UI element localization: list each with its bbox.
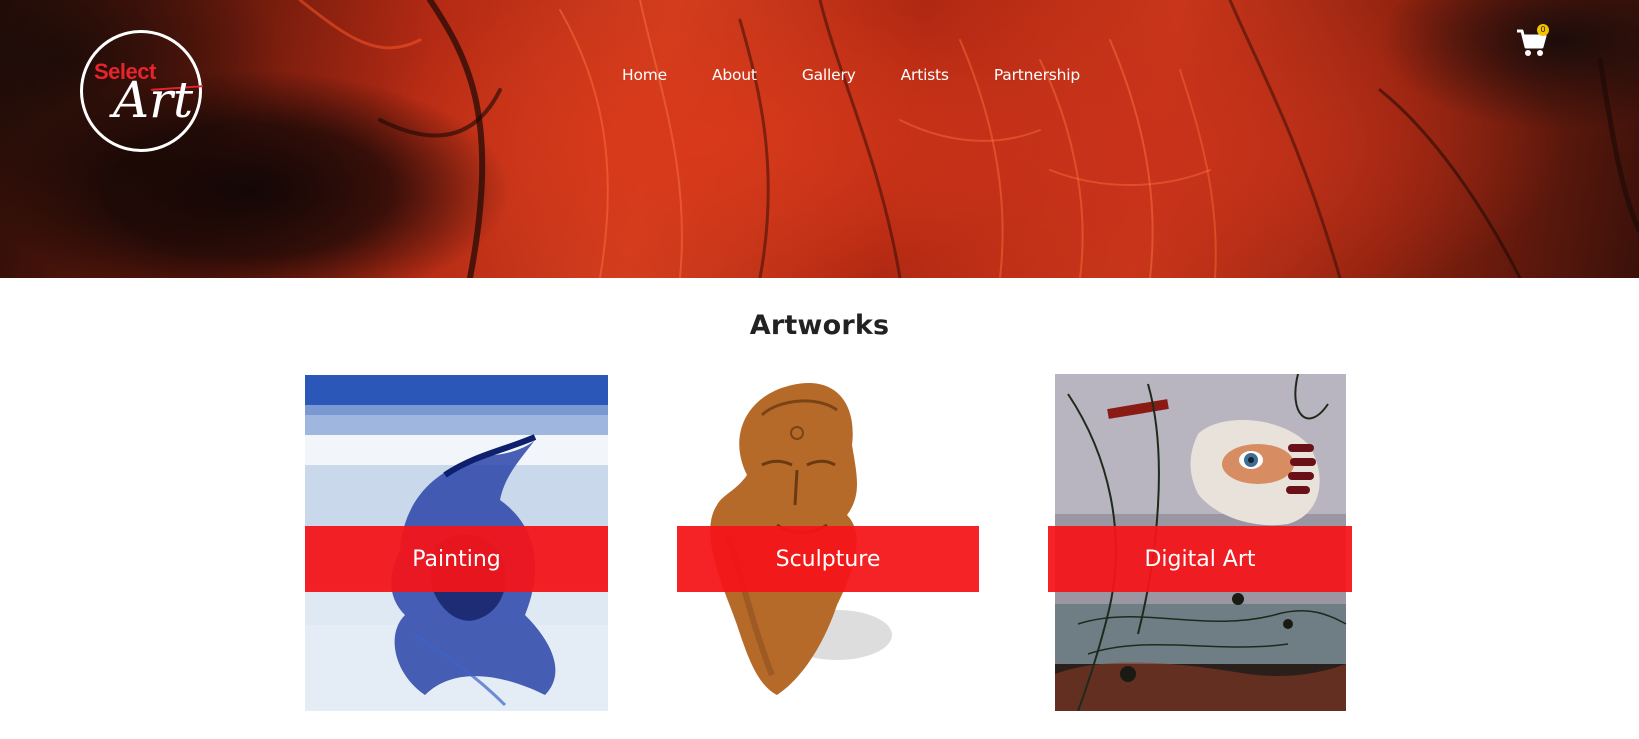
brand-logo[interactable]: Select Art: [80, 30, 204, 152]
main-nav: Home About Gallery Artists Partnership: [622, 66, 1080, 84]
digital-art-label: Digital Art: [1144, 546, 1256, 572]
sculpture-label: Sculpture: [775, 546, 881, 572]
nav-partnership[interactable]: Partnership: [994, 66, 1080, 84]
nav-home[interactable]: Home: [622, 66, 667, 84]
category-card-sculpture[interactable]: Sculpture: [677, 375, 979, 711]
section-title: Artworks: [749, 310, 890, 341]
nav-artists[interactable]: Artists: [901, 66, 949, 84]
painting-label: Painting: [412, 546, 501, 572]
sculpture-label-bar[interactable]: Sculpture: [677, 526, 979, 592]
nav-about[interactable]: About: [712, 66, 757, 84]
painting-label-bar[interactable]: Painting: [305, 526, 608, 592]
category-card-digital-art[interactable]: Digital Art: [1048, 374, 1352, 711]
category-card-painting[interactable]: Painting: [305, 375, 608, 711]
digital-art-label-bar[interactable]: Digital Art: [1048, 526, 1352, 592]
logo-art-text: Art: [113, 71, 194, 129]
nav-gallery[interactable]: Gallery: [802, 66, 856, 84]
hero-texture: [298, 0, 1639, 278]
hero-banner: Select Art Home About Gallery Artists Pa…: [0, 0, 1639, 278]
cart-count-badge: 0: [1537, 24, 1549, 36]
